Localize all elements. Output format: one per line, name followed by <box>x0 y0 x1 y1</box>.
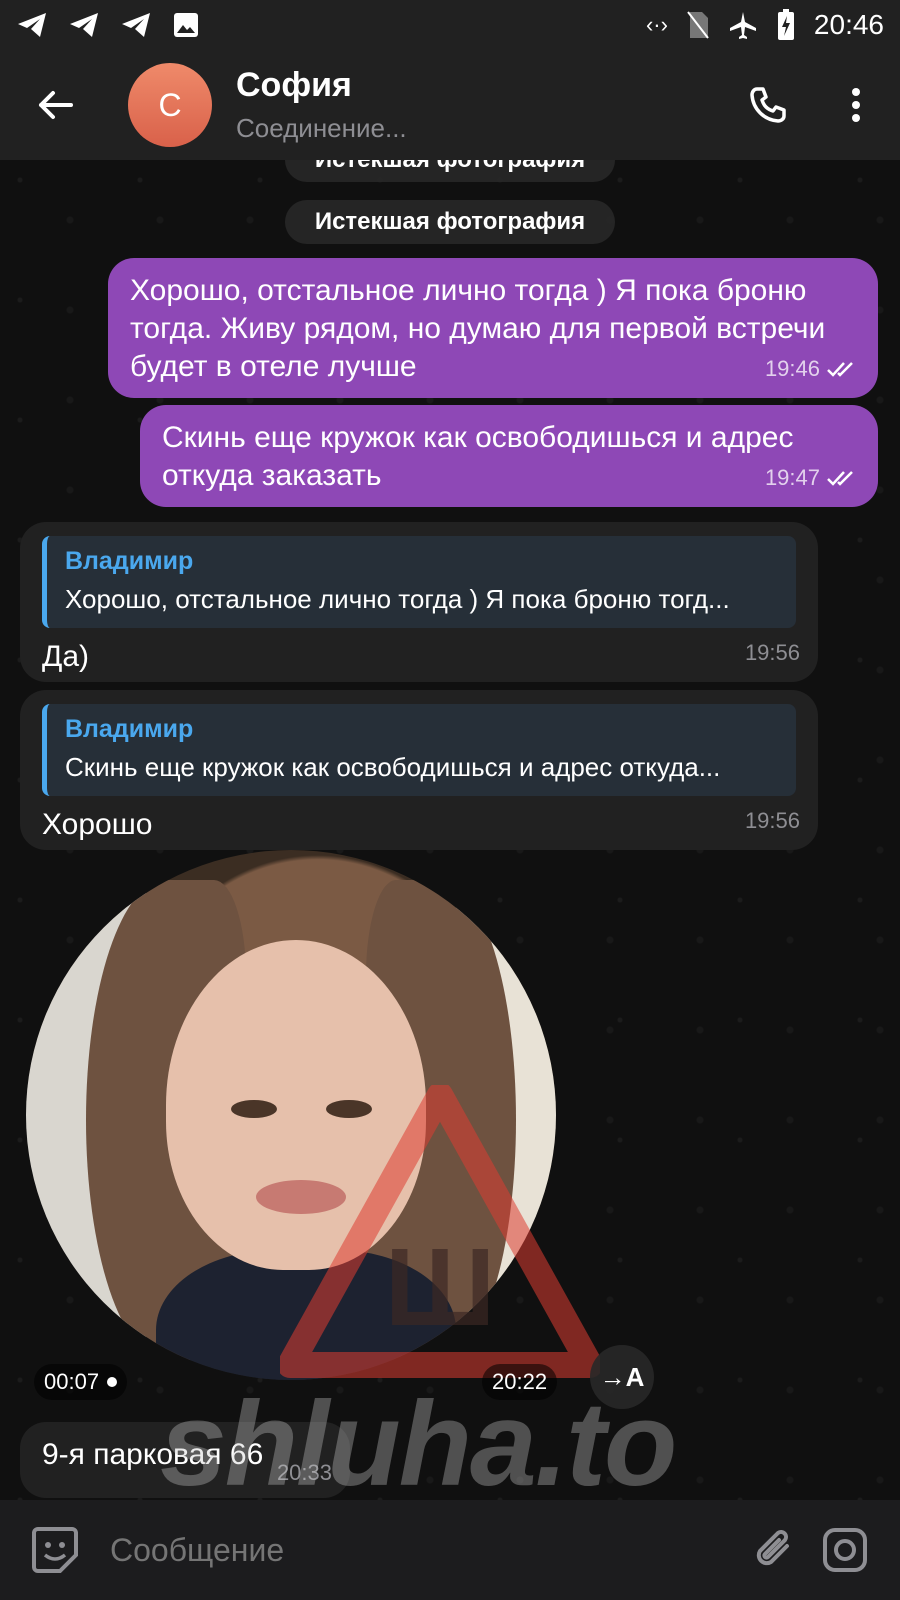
image-icon <box>174 13 198 37</box>
camera-button[interactable] <box>810 1515 880 1585</box>
contact-info[interactable]: София Соединение... <box>236 66 407 144</box>
message-time: 19:56 <box>744 808 800 833</box>
message-meta: 19:56 <box>745 634 800 672</box>
notification-icons <box>16 11 200 39</box>
reply-author: Владимир <box>65 547 194 575</box>
data-transfer-icon: ‹·› <box>645 12 668 37</box>
outgoing-message[interactable]: Хорошо, отстальное лично тогда ) Я пока … <box>108 258 878 398</box>
message-time: 19:56 <box>744 640 800 665</box>
system-icons: ‹·› 20:46 <box>646 9 884 41</box>
message-text: Да) <box>42 640 89 673</box>
header-actions <box>724 61 900 149</box>
incoming-message[interactable]: Владимир Хорошо, отстальное лично тогда … <box>20 522 818 682</box>
message-time: 19:46 <box>764 356 820 381</box>
message-text: Хорошо, отстальное лично тогда ) Я пока … <box>130 274 826 383</box>
contact-avatar[interactable]: С <box>128 63 212 147</box>
incoming-message[interactable]: Владимир Скинь еще кружок как освободишь… <box>20 690 818 850</box>
reply-text: Хорошо, отстальное лично тогда ) Я пока … <box>65 584 730 614</box>
telegram-icon <box>122 13 150 37</box>
video-message-icon <box>823 1528 867 1572</box>
more-button[interactable] <box>812 61 900 149</box>
watermark-logo: Ш <box>280 1085 600 1378</box>
double-check-icon <box>827 471 853 486</box>
airplane-icon <box>729 12 756 39</box>
status-time: 20:46 <box>813 9 884 40</box>
back-button[interactable] <box>0 50 110 160</box>
reply-preview[interactable]: Владимир Хорошо, отстальное лично тогда … <box>42 536 796 628</box>
attach-button[interactable] <box>740 1515 810 1585</box>
service-text: Истекшая фотография <box>314 208 586 235</box>
double-check-icon <box>827 362 853 377</box>
telegram-icon <box>70 13 98 37</box>
arrow-left-icon <box>39 91 73 119</box>
status-bar: ‹·› 20:46 <box>0 0 900 50</box>
telegram-icon <box>18 13 46 37</box>
message-composer <box>0 1500 900 1600</box>
battery-charging-icon <box>777 9 794 40</box>
contact-name: София <box>236 66 352 104</box>
phone-icon <box>750 87 786 123</box>
outgoing-message[interactable]: Скинь еще кружок как освободишься и адре… <box>140 405 878 507</box>
message-text: Хорошо <box>42 808 153 841</box>
avatar-letter: С <box>158 86 182 123</box>
message-meta: 19:56 <box>745 802 800 840</box>
video-duration-badge: 00:07 <box>34 1364 128 1400</box>
sticker-icon <box>32 1527 78 1573</box>
more-vertical-icon <box>852 88 860 122</box>
watermark-logo-letter: Ш <box>385 1226 496 1349</box>
message-time: 19:47 <box>764 465 820 490</box>
reply-text: Скинь еще кружок как освободишься и адре… <box>65 752 721 782</box>
no-sim-icon <box>687 11 709 39</box>
message-text: Скинь еще кружок как освободишься и адре… <box>162 421 794 492</box>
watermark-text: shluha.to <box>160 1377 677 1511</box>
reply-preview[interactable]: Владимир Скинь еще кружок как освободишь… <box>42 704 796 796</box>
video-duration: 00:07 <box>44 1369 100 1394</box>
service-message-expired-photo: Истекшая фотография <box>285 200 615 244</box>
call-button[interactable] <box>724 61 812 149</box>
unread-dot <box>107 1377 118 1387</box>
message-meta: 19:46 <box>765 350 860 388</box>
message-input[interactable] <box>110 1531 740 1569</box>
chat-header: С София Соединение... <box>0 50 900 160</box>
reply-author: Владимир <box>65 715 194 743</box>
sticker-button[interactable] <box>20 1515 90 1585</box>
paperclip-icon <box>756 1530 789 1566</box>
contact-status: Соединение... <box>236 113 407 143</box>
message-meta: 19:47 <box>765 459 860 497</box>
video-eye <box>231 1100 277 1118</box>
